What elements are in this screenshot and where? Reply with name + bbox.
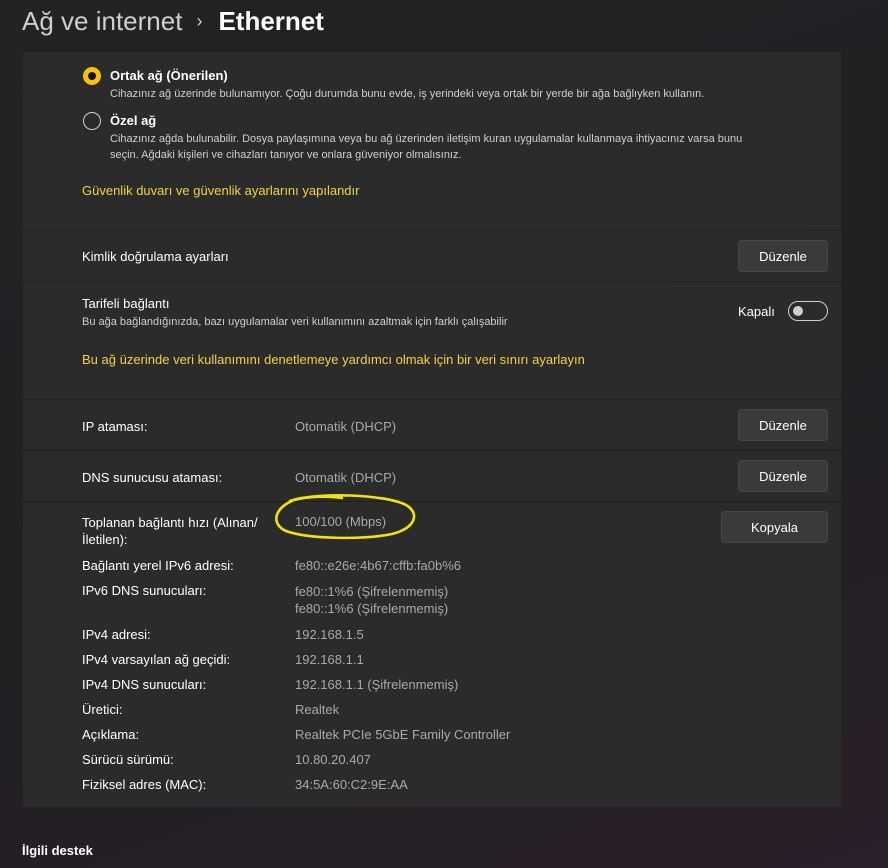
dns-assignment-edit-button[interactable]: Düzenle: [738, 460, 828, 492]
ipv6-dns-value-2: fe80::1%6 (Şifrelenmemiş): [295, 601, 449, 616]
metered-connection-description: Bu ağa bağlandığınızda, bazı uygulamalar…: [82, 316, 508, 328]
description-value: Realtek PCIe 5GbE Family Controller: [295, 727, 511, 742]
ip-assignment-value: Otomatik (DHCP): [295, 419, 397, 434]
breadcrumb-parent-link[interactable]: Ağ ve internet: [22, 6, 182, 37]
ipv4-dns-label: IPv4 DNS sunucuları:: [82, 677, 207, 692]
mac-address-label: Fiziksel adres (MAC):: [82, 777, 207, 792]
page-title: Ethernet: [218, 5, 324, 36]
ipv4-address-value: 192.168.1.5: [295, 627, 364, 642]
authentication-label: Kimlik doğrulama ayarları: [82, 249, 229, 264]
annotation-circle: [275, 494, 416, 540]
dns-assignment-value: Otomatik (DHCP): [295, 470, 397, 485]
private-network-title[interactable]: Özel ağ: [110, 113, 156, 128]
ip-assignment-label: IP ataması:: [82, 419, 148, 434]
ipv4-dns-value: 192.168.1.1 (Şifrelenmemiş): [295, 677, 459, 692]
related-support-title: İlgili destek: [22, 843, 93, 858]
ipv6-dns-label: IPv6 DNS sunucuları:: [82, 583, 207, 598]
private-network-description-line1: Cihazınız ağda bulunabilir. Dosya paylaş…: [110, 133, 743, 145]
public-network-radio[interactable]: [83, 67, 101, 85]
manufacturer-label: Üretici:: [82, 702, 123, 717]
metered-toggle-label: Kapalı: [738, 304, 775, 319]
ipv6-dns-value-1: fe80::1%6 (Şifrelenmemiş): [295, 584, 449, 599]
private-network-description-line2: seçin. Ağdaki kişileri ve cihazları tanı…: [110, 149, 462, 161]
driver-version-value: 10.80.20.407: [295, 752, 371, 767]
copy-properties-button[interactable]: Kopyala: [721, 511, 828, 543]
breadcrumb: Ağ ve internet › Ethernet: [22, 4, 324, 38]
manufacturer-value: Realtek: [295, 702, 340, 717]
public-network-description: Cihazınız ağ üzerinde bulunamıyor. Çoğu …: [110, 88, 705, 100]
ipv6-local-value: fe80::e26e:4b67:cffb:fa0b%6: [295, 558, 462, 573]
data-limit-link[interactable]: Bu ağ üzerinde veri kullanımını denetlem…: [82, 352, 585, 367]
link-speed-label-line2: İletilen):: [82, 532, 128, 547]
link-speed-label-line1: Toplanan bağlantı hızı (Alınan/: [82, 515, 258, 530]
divider: [23, 450, 841, 451]
private-network-radio[interactable]: [83, 112, 101, 130]
ipv4-address-label: IPv4 adresi:: [82, 627, 151, 642]
ipv4-gateway-label: IPv4 varsayılan ağ geçidi:: [82, 652, 231, 667]
description-label: Açıklama:: [82, 727, 140, 742]
divider: [23, 501, 841, 502]
ipv4-gateway-value: 192.168.1.1: [295, 652, 364, 667]
metered-connection-title: Tarifeli bağlantı: [82, 296, 170, 311]
public-network-title[interactable]: Ortak ağ (Önerilen): [110, 68, 228, 83]
mac-address-value: 34:5A:60:C2:9E:AA: [295, 777, 408, 792]
driver-version-label: Sürücü sürümü:: [82, 752, 174, 767]
metered-connection-toggle[interactable]: [788, 301, 828, 321]
ipv6-local-label: Bağlantı yerel IPv6 adresi:: [82, 558, 234, 573]
ip-assignment-edit-button[interactable]: Düzenle: [738, 409, 828, 441]
dns-assignment-label: DNS sunucusu ataması:: [82, 470, 223, 485]
firewall-settings-link[interactable]: Güvenlik duvarı ve güvenlik ayarlarını y…: [82, 183, 359, 198]
chevron-right-icon: ›: [196, 10, 203, 31]
authentication-edit-button[interactable]: Düzenle: [738, 240, 828, 272]
